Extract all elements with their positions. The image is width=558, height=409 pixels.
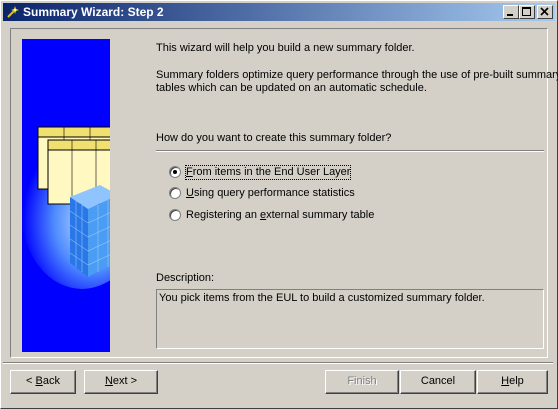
description-box: You pick items from the EUL to build a c…	[156, 289, 544, 349]
radio-selected-dot	[173, 170, 177, 174]
maximize-button[interactable]	[519, 5, 535, 19]
cancel-button[interactable]: Cancel	[400, 370, 476, 394]
wizard-icon	[7, 5, 20, 18]
intro-text: This wizard will help you build a new su…	[156, 42, 415, 54]
button-separator	[3, 362, 553, 364]
next-button[interactable]: Next >	[84, 370, 158, 394]
minimize-icon	[507, 14, 513, 16]
radio-button[interactable]	[169, 166, 181, 178]
title-bar[interactable]: Summary Wizard: Step 2	[3, 3, 555, 21]
question-separator	[156, 150, 544, 152]
radio-button[interactable]	[169, 209, 181, 221]
minimize-button[interactable]	[503, 5, 519, 19]
close-button[interactable]	[537, 5, 553, 19]
description-label: Description:	[156, 272, 215, 284]
maximize-icon	[522, 7, 531, 16]
wizard-window: Summary Wizard: Step 2 This wizard will …	[0, 0, 558, 409]
radio-button[interactable]	[169, 187, 181, 199]
intro-detail-line-2: tables which can be updated on an automa…	[156, 82, 427, 94]
intro-detail-line-1: Summary folders optimize query performan…	[156, 69, 558, 81]
summary-folder-graphic	[22, 39, 110, 352]
back-button[interactable]: < Back	[10, 370, 76, 394]
wizard-content-panel: This wizard will help you build a new su…	[10, 28, 558, 358]
close-icon	[540, 7, 549, 16]
help-button[interactable]: Help	[477, 370, 548, 394]
question-label: How do you want to create this summary f…	[156, 132, 392, 144]
option-label: From items in the End User Layer	[184, 165, 352, 180]
option-label: Registering an external summary table	[186, 209, 375, 221]
finish-button[interactable]: Finish	[325, 370, 399, 394]
option-label: Using query performance statistics	[186, 187, 355, 199]
window-title: Summary Wizard: Step 2	[23, 5, 164, 19]
description-text: You pick items from the EUL to build a c…	[159, 292, 485, 304]
